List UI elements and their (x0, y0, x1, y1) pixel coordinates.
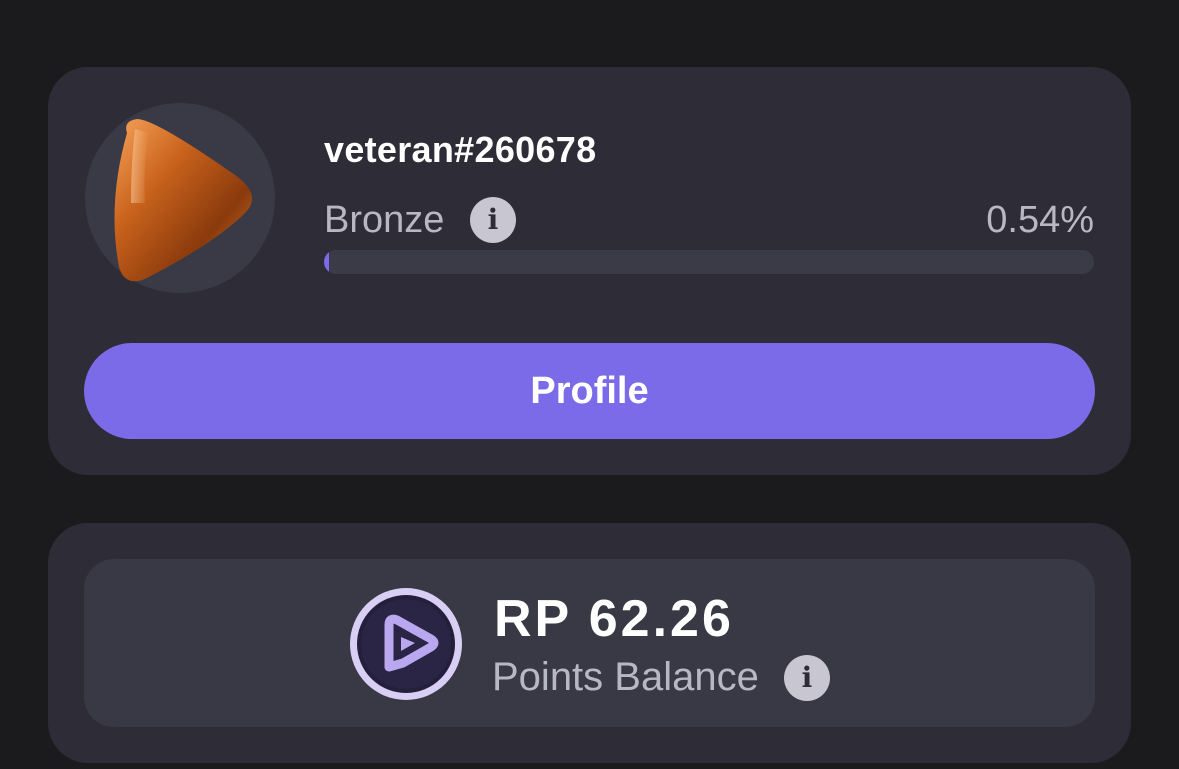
rp-logo-icon (350, 588, 462, 700)
tier-progress-bar (324, 250, 1094, 274)
tier-progress-percent: 0.54% (986, 199, 1094, 241)
tier-name: Bronze (324, 199, 445, 241)
points-info-icon[interactable]: i (784, 655, 830, 701)
bronze-play-badge-icon (114, 119, 253, 282)
tier-row: Bronze i 0.54% (324, 197, 1094, 243)
points-amount: RP 62.26 (494, 590, 734, 648)
tier-progress-fill (324, 250, 329, 274)
user-card: veteran#260678 Bronze i 0.54% Profile (48, 67, 1131, 475)
tier-info-icon[interactable]: i (470, 197, 516, 243)
points-card: RP 62.26 Points Balance i (48, 523, 1131, 763)
points-balance-panel: RP 62.26 Points Balance i (84, 559, 1095, 727)
avatar (85, 103, 275, 293)
username: veteran#260678 (324, 129, 597, 170)
profile-button[interactable]: Profile (84, 343, 1095, 439)
points-label: Points Balance (492, 655, 759, 699)
